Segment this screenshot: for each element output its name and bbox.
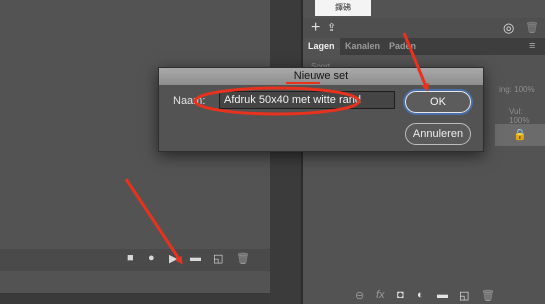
tab-paden[interactable]: Paden xyxy=(389,38,416,55)
record-icon[interactable]: ● xyxy=(148,252,155,264)
plus-icon[interactable]: + xyxy=(311,19,320,37)
trash-icon[interactable]: 🗑 xyxy=(481,289,495,302)
actions-toolbar: ■ ● ▶ ▬ ◱ 🗑 xyxy=(0,249,270,271)
new-set-dialog: Nieuwe set Naam: OK Annuleren xyxy=(158,67,484,152)
play-icon[interactable]: ▶ xyxy=(169,252,177,265)
layers-tab-bar: Lagen Kanalen Paden ≡ xyxy=(303,38,545,55)
opacity-field[interactable]: ing: 100% xyxy=(499,85,535,94)
layers-panel: 鐸砩 + ⇪ ◎ 🗑 Lagen Kanalen Paden ≡ Soort i… xyxy=(303,0,545,304)
cancel-button[interactable]: Annuleren xyxy=(405,123,471,145)
name-label: Naam: xyxy=(173,95,206,107)
creative-cloud-icon[interactable]: ◎ xyxy=(503,20,514,36)
fill-field[interactable]: Vul: 100% xyxy=(509,107,545,125)
trash-icon[interactable]: 🗑 xyxy=(236,252,250,265)
fx-icon[interactable]: fx xyxy=(376,289,385,301)
new-layer-icon[interactable]: ◱ xyxy=(459,289,469,302)
tab-kanalen[interactable]: Kanalen xyxy=(345,38,380,55)
document-thumbnail: 鐸砩 xyxy=(315,0,371,16)
panel-toolstrip: + ⇪ ◎ 🗑 xyxy=(303,18,545,38)
status-bar xyxy=(0,293,270,304)
layers-toolbar: ⊖ fx ◘ ◐ ▬ ◱ 🗑 xyxy=(303,286,545,304)
set-name-input[interactable] xyxy=(219,91,395,109)
actions-panel: ■ ● ▶ ▬ ◱ 🗑 xyxy=(0,0,270,304)
mask-icon[interactable]: ◘ xyxy=(397,289,404,301)
upload-icon[interactable]: ⇪ xyxy=(327,21,336,34)
dialog-title: Nieuwe set xyxy=(159,68,483,85)
trash-icon[interactable]: 🗑 xyxy=(525,21,539,34)
lock-icon[interactable]: 🔒 xyxy=(495,124,545,146)
stop-icon[interactable]: ■ xyxy=(127,252,134,264)
new-set-folder-icon[interactable]: ▬ xyxy=(190,252,201,264)
adjustment-icon[interactable]: ◐ xyxy=(417,289,424,301)
group-folder-icon[interactable]: ▬ xyxy=(437,289,448,301)
link-icon[interactable]: ⊖ xyxy=(355,289,364,302)
new-action-icon[interactable]: ◱ xyxy=(213,252,223,265)
panel-menu-icon[interactable]: ≡ xyxy=(529,38,535,55)
tab-lagen[interactable]: Lagen xyxy=(303,38,340,55)
panel-divider xyxy=(270,0,302,304)
ok-button[interactable]: OK xyxy=(405,91,471,113)
